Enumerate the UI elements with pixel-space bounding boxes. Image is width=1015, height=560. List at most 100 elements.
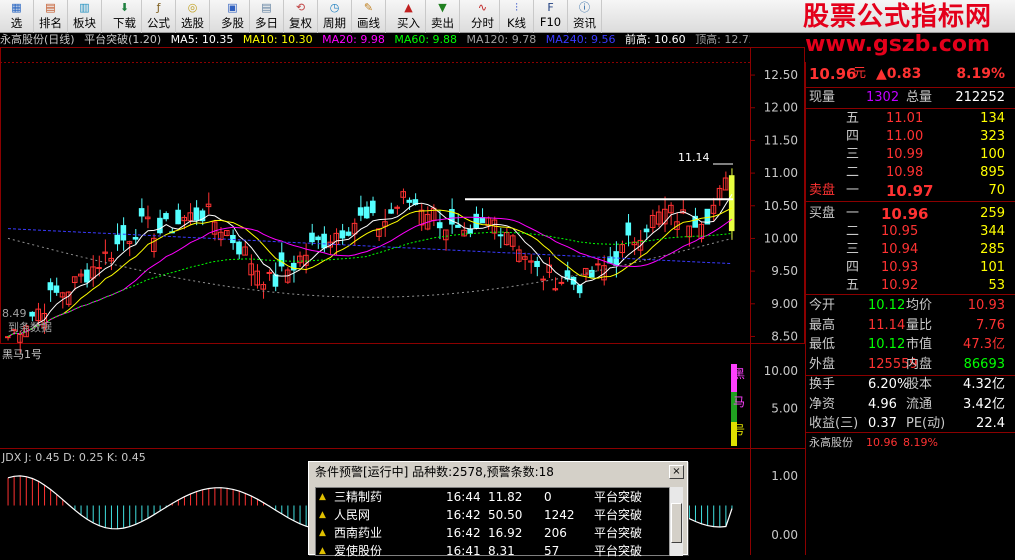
heima-bar-green bbox=[731, 392, 737, 422]
jdx-indicator-title: JDX J: 0.45 D: 0.25 K: 0.45 bbox=[2, 451, 146, 464]
toolbar-button-1[interactable]: ▤ 排名 bbox=[34, 0, 68, 33]
toolbar-button-2[interactable]: ▥ 板块 bbox=[68, 0, 102, 33]
toolbar-button-13[interactable]: ∿ 分时 bbox=[466, 0, 500, 33]
toolbar-button-15[interactable]: F F10 bbox=[534, 0, 568, 33]
alert-row[interactable]: ▲ 爱使股份 16:41 8.31 57 平台突破 bbox=[316, 542, 669, 560]
mini-chart-header: 永高股份 10.96 8.19% bbox=[806, 433, 1011, 453]
candle-body bbox=[363, 206, 370, 219]
candle-body bbox=[5, 336, 11, 339]
candle-body bbox=[412, 199, 419, 205]
stat-row: 净资 4.96 流通 3.42亿 bbox=[806, 395, 1011, 415]
condition-alert-window[interactable]: 条件预警[运行中] 品种数:2578,预警条数:18 × ▲ 三精制药 16:44 1… bbox=[308, 461, 688, 558]
toolbar-button-label: 选 bbox=[10, 16, 23, 30]
alert-signal: 平台突破 bbox=[594, 526, 643, 540]
bid-row: 四 10.93 101 bbox=[806, 258, 1011, 278]
toolbar-button-7[interactable]: ▤ 多日 bbox=[250, 0, 284, 33]
close-icon[interactable]: × bbox=[669, 465, 684, 479]
alert-vol: 1242 bbox=[544, 508, 575, 522]
y-tick-label: 10.00 bbox=[764, 231, 798, 245]
volume-now-label: 现量 bbox=[809, 90, 836, 105]
y-tick-label: 0.00 bbox=[771, 528, 798, 542]
candle-body bbox=[516, 249, 522, 262]
toolbar-button-label: 下载 bbox=[113, 16, 136, 30]
candle-body bbox=[17, 333, 23, 343]
stat-value: 6.20% bbox=[868, 377, 910, 392]
stat-label: 今开 bbox=[809, 298, 836, 313]
toolbar-button-4[interactable]: ƒ 公式 bbox=[142, 0, 176, 33]
y-tick-label: 5.00 bbox=[771, 402, 798, 416]
candle-body bbox=[546, 264, 553, 273]
candle-body bbox=[382, 221, 388, 227]
toolbar-button-14[interactable]: ⫶ K线 bbox=[500, 0, 534, 33]
ma20-label: MA20: 9.98 bbox=[322, 33, 385, 46]
toolbar-button-10[interactable]: ✎ 画线 bbox=[352, 0, 386, 33]
panel-divider bbox=[806, 294, 1015, 295]
toolbar-button-0[interactable]: ▦ 选 bbox=[0, 0, 34, 33]
candle-body bbox=[272, 274, 279, 287]
candle-body bbox=[485, 217, 492, 227]
y-tick-label: 10.00 bbox=[764, 364, 798, 378]
up-arrow-icon: ▲ bbox=[319, 492, 326, 502]
candle-body bbox=[655, 211, 662, 225]
toolbar-button-3[interactable]: ⬇ 下载 bbox=[108, 0, 142, 33]
alert-row[interactable]: ▲ 人民网 16:42 50.50 1242 平台突破 bbox=[316, 506, 669, 524]
stat-row: 今开 10.12 均价 10.93 bbox=[806, 296, 1011, 316]
stat-value: 3.42亿 bbox=[963, 396, 1005, 412]
toolbar-button-5[interactable]: ◎ 选股 bbox=[176, 0, 210, 33]
candle-body bbox=[576, 284, 583, 294]
panel-divider bbox=[806, 201, 1015, 202]
stat-label: 最低 bbox=[809, 337, 836, 352]
alert-price: 16.92 bbox=[488, 526, 523, 540]
toolbar-button-11[interactable]: ▲ 买入 bbox=[392, 0, 426, 33]
toolbar-button-6[interactable]: ▣ 多股 bbox=[216, 0, 250, 33]
candle-body bbox=[418, 209, 425, 226]
mini-chart-price: 10.96 bbox=[866, 436, 898, 449]
alert-time: 16:42 bbox=[446, 526, 481, 540]
alert-name: 三精制药 bbox=[334, 490, 383, 504]
candle-body bbox=[345, 231, 352, 236]
candle-body bbox=[710, 204, 717, 214]
candle-body bbox=[151, 237, 157, 253]
candle-body bbox=[528, 260, 534, 263]
stat-label: 最高 bbox=[809, 317, 836, 333]
ask-level: 四 bbox=[846, 129, 860, 144]
alert-name: 人民网 bbox=[334, 508, 371, 522]
scrollbar-thumb[interactable] bbox=[671, 503, 682, 543]
grid-icon: ▦ bbox=[11, 1, 22, 14]
alert-title-bar[interactable]: 条件预警[运行中] 品种数:2578,预警条数:18 × bbox=[309, 462, 687, 482]
volume-total: 212252 bbox=[955, 90, 1005, 105]
candle-body bbox=[351, 222, 358, 235]
chart-title-bar: 永高股份(日线) 平台突破(1.20) MA5: 10.35 MA10: 10.… bbox=[0, 33, 750, 47]
stat-value: 22.4 bbox=[976, 416, 1005, 431]
prev-high-label: 前高: 10.60 bbox=[624, 33, 686, 46]
toolbar-button-label: 板块 bbox=[73, 16, 96, 30]
candle-body bbox=[303, 254, 309, 266]
alert-scrollbar[interactable] bbox=[669, 487, 683, 556]
toolbar-button-8[interactable]: ⟲ 复权 bbox=[284, 0, 318, 33]
alert-list[interactable]: ▲ 三精制药 16:44 11.82 0 平台突破 ▲ 人民网 16:42 50.50 1242 平台… bbox=[315, 487, 670, 558]
alert-row[interactable]: ▲ 西南药业 16:42 16.92 206 平台突破 bbox=[316, 524, 669, 542]
watermark-url: www.gszb.com bbox=[805, 32, 990, 57]
alert-title: 条件预警[运行中] 品种数:2578,预警条数:18 bbox=[315, 465, 554, 479]
toolbar-button-label: 排名 bbox=[39, 16, 62, 30]
multi-day-icon: ▤ bbox=[261, 1, 272, 14]
heima-bar-yellow bbox=[731, 422, 737, 446]
ma20-line bbox=[7, 216, 733, 338]
stat-value: 11.14 bbox=[868, 317, 906, 333]
candle-body bbox=[376, 228, 382, 237]
candle-body bbox=[96, 267, 102, 270]
ma240-label: MA240: 9.56 bbox=[545, 33, 616, 46]
alert-time: 16:42 bbox=[446, 508, 481, 522]
toolbar-button-label: 复权 bbox=[289, 16, 312, 30]
toolbar-button-12[interactable]: ▼ 卖出 bbox=[426, 0, 460, 33]
candle-body bbox=[181, 216, 188, 222]
ask-level: 二 bbox=[846, 165, 860, 180]
stat-label: 净资 bbox=[809, 396, 836, 412]
candle-body bbox=[716, 187, 723, 201]
stat-row: 外盘 125559 内盘 86693 bbox=[806, 355, 1011, 375]
alert-price: 11.82 bbox=[488, 490, 523, 504]
toolbar-button-16[interactable]: ⓘ 资讯 bbox=[568, 0, 602, 33]
toolbar-button-9[interactable]: ◷ 周期 bbox=[318, 0, 352, 33]
alert-row[interactable]: ▲ 三精制药 16:44 11.82 0 平台突破 bbox=[316, 488, 669, 506]
candle-body bbox=[333, 232, 340, 245]
